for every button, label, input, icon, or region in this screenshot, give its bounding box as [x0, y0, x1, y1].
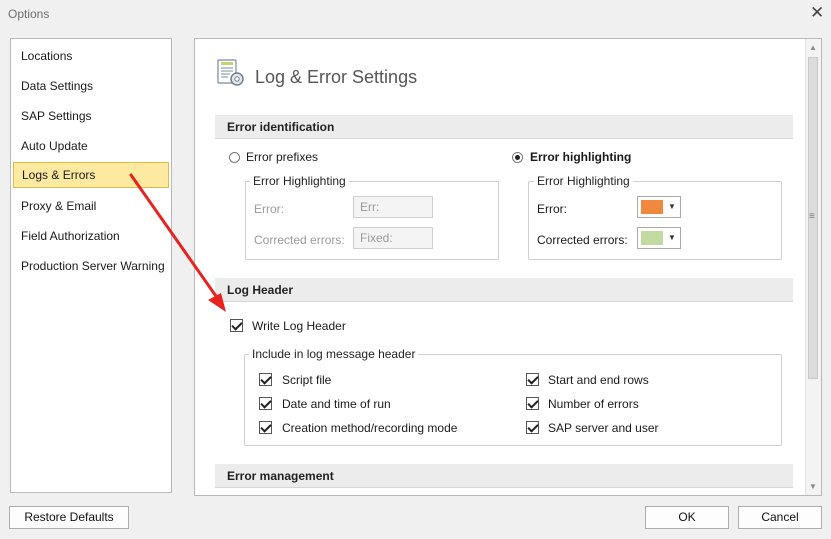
- error-highlighting-radio[interactable]: [512, 152, 523, 163]
- nav-item-auto-update[interactable]: Auto Update: [13, 133, 169, 159]
- start-end-rows-label: Start and end rows: [548, 373, 649, 387]
- cancel-button[interactable]: Cancel: [738, 506, 822, 529]
- error-color-swatch: [641, 200, 663, 214]
- prefix-group-title: Error Highlighting: [250, 174, 349, 188]
- nav-item-sap-settings[interactable]: SAP Settings: [13, 103, 169, 129]
- error-prefix-input[interactable]: Err:: [353, 196, 433, 218]
- nav-item-proxy-email[interactable]: Proxy & Email: [13, 193, 169, 219]
- start-end-rows-checkbox[interactable]: [526, 373, 539, 386]
- section-header-error-management: Error management: [215, 464, 793, 488]
- sap-server-user-checkbox[interactable]: [526, 421, 539, 434]
- grip-icon: ≡: [809, 211, 815, 222]
- include-group-title: Include in log message header: [249, 347, 419, 361]
- section-header-error-identification: Error identification: [215, 115, 793, 139]
- error-highlighting-label: Error highlighting: [530, 150, 632, 164]
- nav-item-data-settings[interactable]: Data Settings: [13, 73, 169, 99]
- settings-panel: Log & Error Settings Error identificatio…: [194, 38, 822, 496]
- dropdown-arrow-icon: ▼: [668, 202, 676, 211]
- write-log-header-checkbox[interactable]: [230, 319, 243, 332]
- creation-method-label: Creation method/recording mode: [282, 421, 458, 435]
- highlight-corrected-label: Corrected errors:: [537, 233, 628, 247]
- panel-scrollbar[interactable]: ▲ ≡ ▼: [805, 39, 821, 495]
- write-log-header-label: Write Log Header: [252, 319, 346, 333]
- corrected-color-picker[interactable]: ▼: [637, 227, 681, 249]
- close-icon[interactable]: ✕: [810, 3, 824, 23]
- dropdown-arrow-icon: ▼: [668, 233, 676, 242]
- sap-server-user-label: SAP server and user: [548, 421, 659, 435]
- ok-button[interactable]: OK: [645, 506, 729, 529]
- nav-item-field-authorization[interactable]: Field Authorization: [13, 223, 169, 249]
- prefix-corrected-label: Corrected errors:: [254, 233, 345, 247]
- corrected-color-swatch: [641, 231, 663, 245]
- prefix-error-label: Error:: [254, 202, 284, 216]
- nav-item-production-server-warning[interactable]: Production Server Warning: [13, 253, 169, 279]
- highlight-group-title: Error Highlighting: [534, 174, 633, 188]
- window-title: Options: [8, 7, 50, 21]
- panel-title: Log & Error Settings: [255, 67, 418, 87]
- script-file-label: Script file: [282, 373, 332, 387]
- error-prefixes-radio[interactable]: [229, 152, 240, 163]
- section-header-log-header: Log Header: [215, 278, 793, 302]
- creation-method-checkbox[interactable]: [259, 421, 272, 434]
- date-time-label: Date and time of run: [282, 397, 391, 411]
- options-nav: Locations Data Settings SAP Settings Aut…: [10, 38, 172, 493]
- error-color-picker[interactable]: ▼: [637, 196, 681, 218]
- scroll-down-icon[interactable]: ▼: [809, 482, 817, 491]
- highlight-error-label: Error:: [537, 202, 567, 216]
- corrected-prefix-input[interactable]: Fixed:: [353, 227, 433, 249]
- number-of-errors-checkbox[interactable]: [526, 397, 539, 410]
- title-bar: Options ✕: [0, 0, 831, 28]
- nav-item-logs-errors[interactable]: Logs & Errors: [13, 162, 169, 188]
- script-file-checkbox[interactable]: [259, 373, 272, 386]
- date-time-checkbox[interactable]: [259, 397, 272, 410]
- nav-item-locations[interactable]: Locations: [13, 43, 169, 69]
- number-of-errors-label: Number of errors: [548, 397, 639, 411]
- scroll-up-icon[interactable]: ▲: [809, 43, 817, 52]
- error-prefixes-label: Error prefixes: [246, 150, 319, 164]
- restore-defaults-button[interactable]: Restore Defaults: [9, 506, 129, 529]
- log-settings-icon: [217, 59, 244, 86]
